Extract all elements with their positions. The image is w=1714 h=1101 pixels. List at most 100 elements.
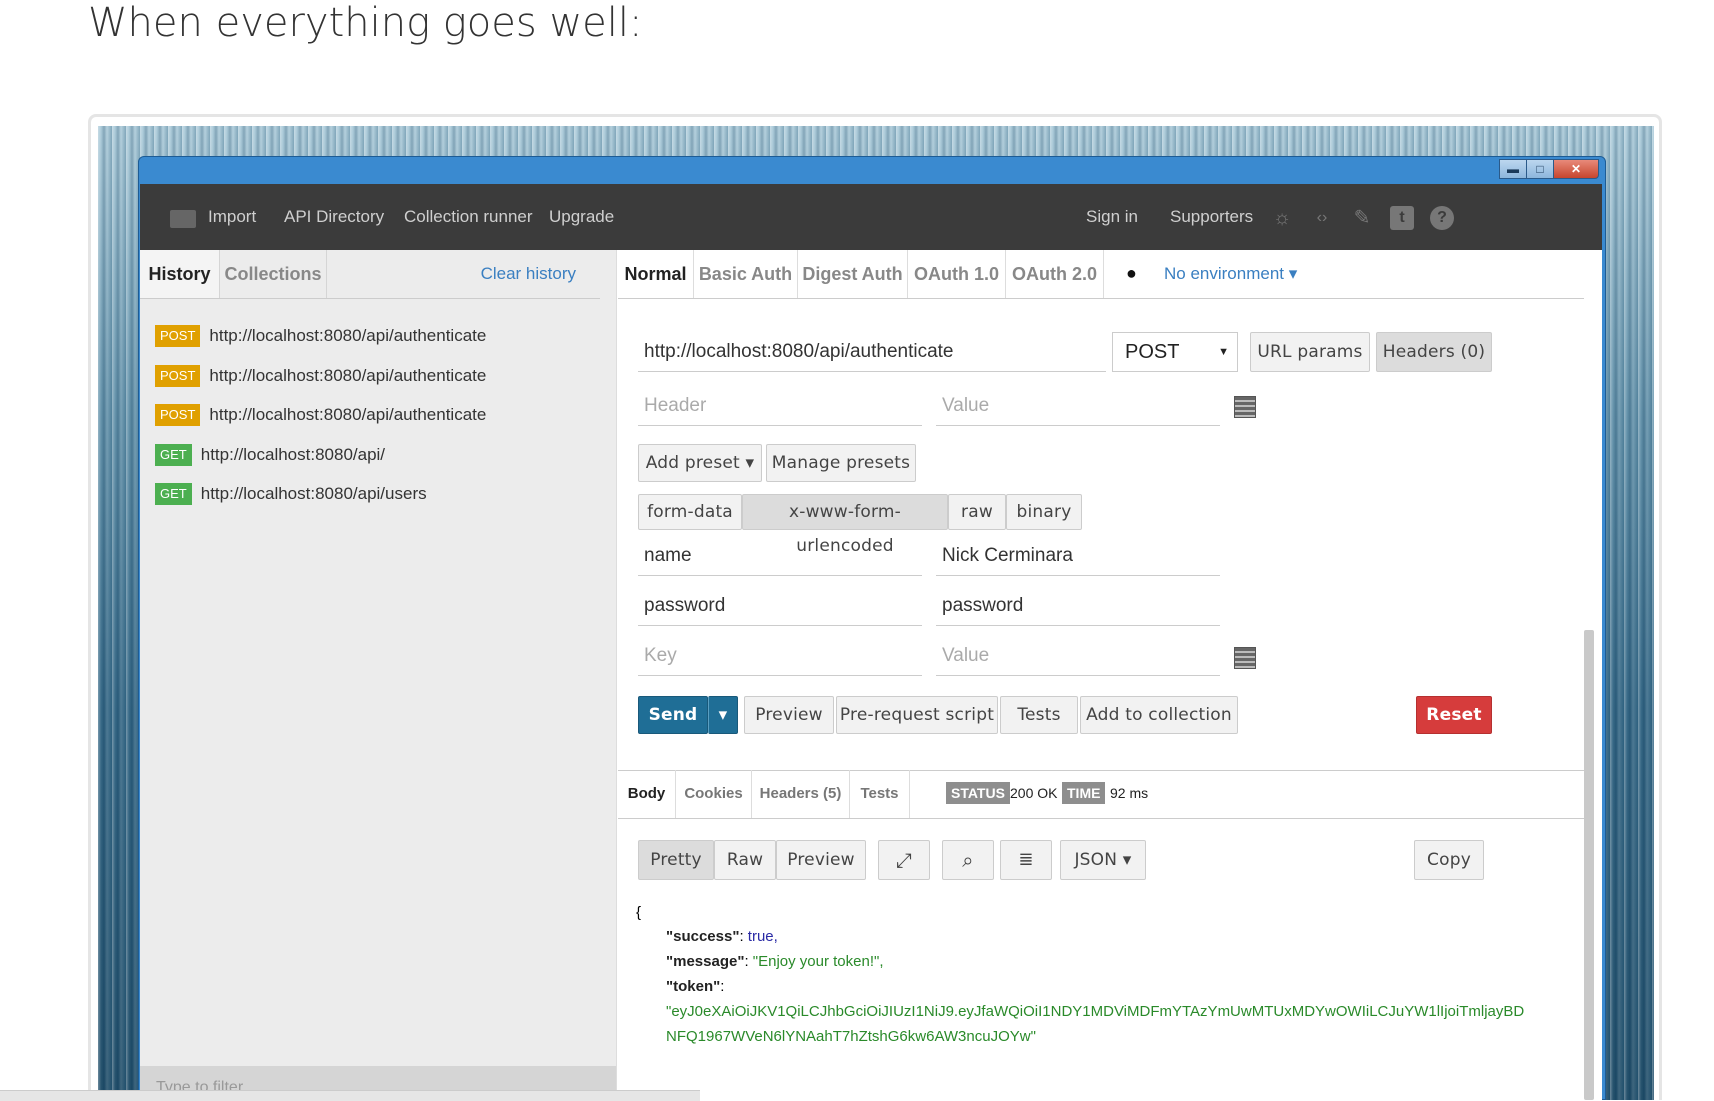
scrollbar[interactable]: [1584, 630, 1594, 1100]
nav-collection-runner[interactable]: Collection runner: [404, 184, 533, 250]
tab-oauth1[interactable]: OAuth 1.0: [908, 250, 1006, 298]
param-key-input[interactable]: Key: [638, 636, 922, 676]
view-raw[interactable]: Raw: [714, 840, 776, 880]
send-button[interactable]: Send: [638, 696, 708, 734]
header-key-input[interactable]: Header: [638, 386, 922, 426]
send-dropdown-icon[interactable]: ▾: [708, 696, 738, 734]
page-heading: When everything goes well:: [88, 0, 643, 46]
tab-normal[interactable]: Normal: [618, 250, 694, 298]
nav-upgrade[interactable]: Upgrade: [549, 184, 614, 250]
caret-down-icon: ▾: [745, 453, 755, 473]
tab-history[interactable]: History: [140, 250, 220, 298]
caret-down-icon: ▾: [1122, 850, 1132, 870]
tab-body[interactable]: Body: [618, 770, 676, 818]
history-url: http://localhost:8080/api/authenticate: [209, 405, 487, 424]
wrap-lines-icon[interactable]: ≣: [1000, 840, 1052, 880]
history-item[interactable]: POST http://localhost:8080/api/authentic…: [155, 404, 486, 426]
json-open-brace: {: [636, 904, 642, 921]
param-value-input[interactable]: password: [936, 586, 1220, 626]
bug-icon[interactable]: ☼: [1270, 206, 1294, 230]
close-button[interactable]: ✕: [1553, 159, 1599, 179]
method-badge: GET: [155, 483, 192, 505]
method-select[interactable]: POST ▼: [1112, 332, 1238, 372]
body-type-urlencoded[interactable]: x-www-form-urlencoded: [742, 494, 948, 556]
header-value-input[interactable]: Value: [936, 386, 1220, 426]
tab-response-headers[interactable]: Headers (5): [752, 770, 850, 818]
sign-in-link[interactable]: Sign in: [1086, 184, 1138, 250]
history-item[interactable]: POST http://localhost:8080/api/authentic…: [155, 325, 486, 347]
param-value-input[interactable]: Nick Cerminara: [936, 536, 1220, 576]
tab-oauth2[interactable]: OAuth 2.0: [1006, 250, 1104, 298]
reset-button[interactable]: Reset: [1416, 696, 1492, 734]
response-tabs: Body Cookies Headers (5) Tests STATUS 20…: [618, 770, 1584, 819]
method-badge: POST: [155, 325, 201, 347]
tab-collections[interactable]: Collections: [220, 250, 327, 298]
history-item[interactable]: GET http://localhost:8080/api/: [155, 444, 385, 466]
add-preset-button[interactable]: Add preset ▾: [638, 444, 762, 482]
request-panel: Normal Basic Auth Digest Auth OAuth 1.0 …: [618, 250, 1602, 1100]
environment-select[interactable]: No environment ▾: [1164, 250, 1297, 298]
manage-presets-button[interactable]: Manage presets: [766, 444, 916, 482]
history-item[interactable]: GET http://localhost:8080/api/users: [155, 483, 427, 505]
nav-import[interactable]: Import: [208, 184, 256, 250]
view-pretty[interactable]: Pretty: [638, 840, 714, 880]
body-type-form-data[interactable]: form-data: [638, 494, 742, 530]
copy-button[interactable]: Copy: [1414, 840, 1484, 880]
history-url: http://localhost:8080/api/authenticate: [209, 326, 487, 345]
param-value-input[interactable]: Value: [936, 636, 1220, 676]
maximize-button[interactable]: □: [1526, 159, 1554, 179]
tab-response-tests[interactable]: Tests: [850, 770, 910, 818]
add-preset-label: Add preset: [645, 453, 740, 473]
time-label: TIME: [1062, 782, 1106, 804]
eye-icon[interactable]: ●: [1126, 263, 1137, 284]
minimize-button[interactable]: ▬: [1499, 159, 1527, 179]
body-type-raw[interactable]: raw: [948, 494, 1006, 530]
wrench-icon[interactable]: ✎: [1350, 206, 1374, 230]
json-token-value-1: "eyJ0eXAiOiJKV1QiLCJhbGciOiJIUzI1NiJ9.ey…: [666, 1003, 1525, 1020]
code-icon[interactable]: ‹›: [1310, 206, 1334, 230]
tab-digest-auth[interactable]: Digest Auth: [798, 250, 908, 298]
json-string: "Enjoy your token!",: [752, 953, 884, 970]
method-value: POST: [1125, 341, 1180, 363]
top-navbar: Import API Directory Collection runner U…: [140, 184, 1602, 250]
sidebar-tabs: History Collections Clear history: [140, 250, 600, 299]
twitter-icon[interactable]: t: [1390, 206, 1414, 230]
supporters-link[interactable]: Supporters: [1170, 184, 1253, 250]
postman-app: Import API Directory Collection runner U…: [140, 184, 1602, 1100]
method-badge: POST: [155, 365, 201, 387]
fullscreen-icon[interactable]: ⤢: [878, 840, 930, 880]
bulk-edit-icon[interactable]: [1234, 396, 1256, 418]
format-select[interactable]: JSON ▾: [1060, 840, 1146, 880]
window-controls: ▬ □ ✕: [1499, 159, 1599, 179]
tab-basic-auth[interactable]: Basic Auth: [694, 250, 798, 298]
time-value: 92 ms: [1110, 785, 1149, 801]
sidebar-toggle-icon[interactable]: [170, 210, 196, 228]
json-key: "success": [666, 928, 740, 945]
tab-cookies[interactable]: Cookies: [676, 770, 752, 818]
help-icon[interactable]: ?: [1430, 206, 1454, 230]
view-preview[interactable]: Preview: [776, 840, 866, 880]
nav-api-directory[interactable]: API Directory: [284, 184, 384, 250]
body-type-binary[interactable]: binary: [1006, 494, 1082, 530]
environment-label: No environment: [1164, 264, 1285, 283]
method-badge: GET: [155, 444, 192, 466]
json-token-value-2: NFQ1967WVeN6lYNAahT7hZtshG6kw6AW3ncuJOYw…: [666, 1028, 1036, 1045]
preview-button[interactable]: Preview: [744, 696, 834, 734]
sidebar: History Collections Clear history POST h…: [140, 250, 617, 1100]
bulk-edit-icon[interactable]: [1234, 647, 1256, 669]
format-label: JSON: [1074, 850, 1118, 870]
tests-button[interactable]: Tests: [1000, 696, 1078, 734]
url-params-button[interactable]: URL params: [1250, 332, 1370, 372]
history-item[interactable]: POST http://localhost:8080/api/authentic…: [155, 365, 486, 387]
param-key-input[interactable]: password: [638, 586, 922, 626]
add-to-collection-button[interactable]: Add to collection: [1080, 696, 1238, 734]
url-input[interactable]: http://localhost:8080/api/authenticate: [638, 332, 1106, 372]
status-value: 200 OK: [1010, 785, 1058, 801]
json-line-success: "success": true,: [666, 928, 778, 945]
headers-button[interactable]: Headers (0): [1376, 332, 1492, 372]
pre-request-script-button[interactable]: Pre-request script: [836, 696, 998, 734]
clear-history-link[interactable]: Clear history: [481, 250, 576, 298]
search-icon[interactable]: ⌕: [942, 840, 994, 880]
param-key-input[interactable]: name: [638, 536, 922, 576]
json-line-message: "message": "Enjoy your token!",: [666, 953, 884, 970]
